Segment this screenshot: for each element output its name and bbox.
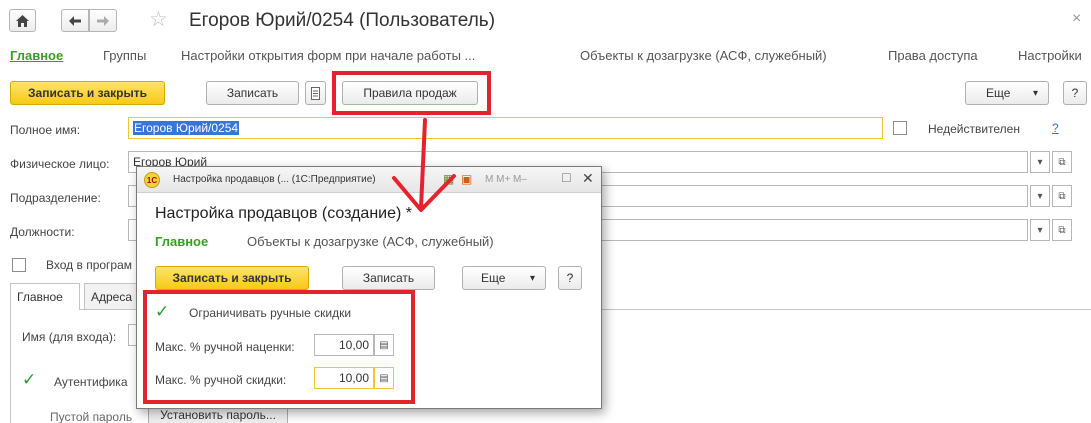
save-and-close-button[interactable]: Записать и закрыть [10,81,165,105]
full-name-value: Егоров Юрий/0254 [133,121,240,135]
tab-form-settings[interactable]: Настройки открытия форм при начале работ… [181,48,475,63]
list-icon [311,86,320,100]
person-open-button[interactable]: ⧉ [1052,151,1072,173]
dialog-titlebar[interactable]: 1С Настройка продавцов (... (1С:Предприя… [137,167,601,193]
person-dropdown-button[interactable]: ▾ [1030,151,1050,173]
arrow-left-icon [69,15,81,26]
dialog-window-title: Настройка продавцов (... (1С:Предприятие… [173,174,376,185]
more-label: Еще [986,86,1011,100]
arrow-right-icon [97,15,109,26]
positions-dropdown-button[interactable]: ▾ [1030,219,1050,241]
maximize-icon[interactable]: ☐ [561,171,572,185]
dialog-tab-objects-reload[interactable]: Объекты к дозагрузке (АСФ, служебный) [247,234,494,249]
dialog-close-icon[interactable]: ✕ [582,170,594,187]
department-open-button[interactable]: ⧉ [1052,185,1072,207]
dialog-heading: Настройка продавцов (создание) * [155,205,412,222]
subtab-addresses[interactable]: Адреса [84,283,144,309]
back-button[interactable] [61,9,89,32]
annotation-arrow [392,118,456,212]
login-label: Вход в програм [46,258,133,272]
dialog-tab-main[interactable]: Главное [155,234,208,249]
dialog-help-button[interactable]: ? [558,266,582,290]
home-icon [16,14,29,27]
star-icon[interactable]: ☆ [149,7,168,32]
positions-open-button[interactable]: ⧉ [1052,219,1072,241]
close-icon[interactable]: × [1072,10,1081,28]
tab-main[interactable]: Главное [10,48,63,63]
inactive-label: Недействителен [928,122,1020,136]
auth-checkbox[interactable]: ✓ [22,370,37,389]
person-label: Физическое лицо: [10,157,110,171]
full-name-label: Полное имя: [10,123,81,137]
tab-groups[interactable]: Группы [103,48,146,63]
page-title: Егоров Юрий/0254 (Пользователь) [189,10,496,31]
department-label: Подразделение: [10,191,101,205]
department-dropdown-button[interactable]: ▾ [1030,185,1050,207]
more-button[interactable]: Еще ▾ [965,81,1049,105]
tab-access-rights[interactable]: Права доступа [888,48,978,63]
tab-settings[interactable]: Настройки [1018,48,1082,63]
forward-button[interactable] [89,9,117,32]
login-name-label: Имя (для входа): [22,330,117,344]
print-button[interactable] [305,81,326,105]
annotation-box-sales-rules [332,71,491,115]
dialog-more-button[interactable]: Еще ▾ [462,266,546,290]
login-checkbox[interactable] [12,258,26,272]
save-button[interactable]: Записать [206,81,299,105]
positions-label: Должности: [10,225,75,239]
1c-logo-icon: 1С [144,172,160,188]
empty-password-link[interactable]: Пустой пароль [50,410,132,423]
dialog-save-and-close-button[interactable]: Записать и закрыть [155,266,309,290]
chevron-down-icon: ▾ [529,272,535,284]
memory-buttons[interactable]: M M+ M– [485,174,527,185]
dialog-save-button[interactable]: Записать [342,266,435,290]
checkmark-icon: ✓ [22,370,37,389]
subtab-main[interactable]: Главное [10,283,80,310]
tab-objects-reload[interactable]: Объекты к дозагрузке (АСФ, служебный) [580,48,827,63]
home-button[interactable] [9,9,36,32]
chevron-down-icon: ▾ [1032,87,1038,99]
dialog-more-label: Еще [481,271,506,285]
help-button[interactable]: ? [1063,81,1087,105]
auth-label: Аутентифика [54,375,128,389]
full-name-input[interactable]: Егоров Юрий/0254 [128,117,883,139]
inactive-help-link[interactable]: ? [1052,121,1059,135]
annotation-box-discount-settings [143,290,415,404]
inactive-checkbox[interactable] [893,121,907,135]
